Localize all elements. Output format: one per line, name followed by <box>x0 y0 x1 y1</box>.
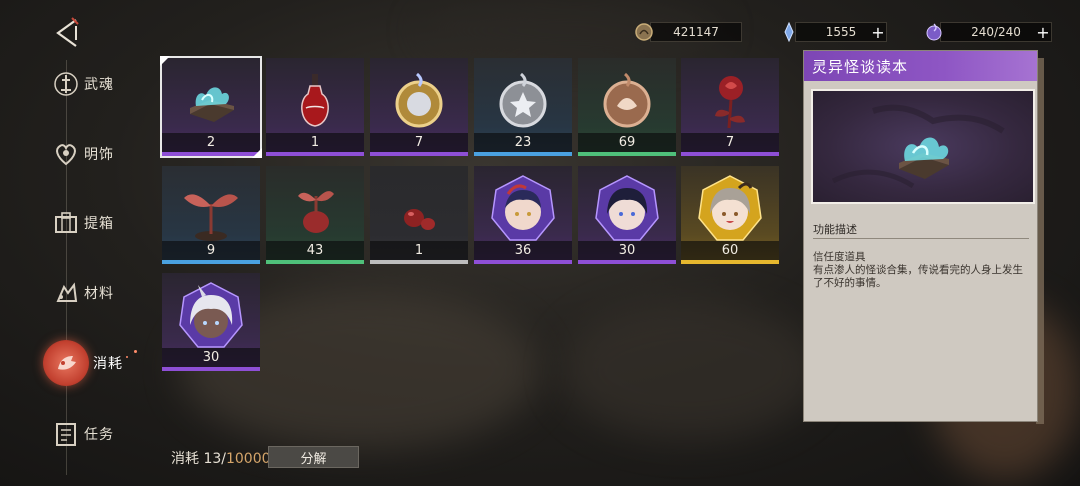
character-shard-icon <box>179 282 243 348</box>
quality-line <box>162 367 260 371</box>
seeds-icon <box>404 209 435 230</box>
function-description-label: 功能描述 <box>813 223 857 236</box>
silver-medal-icon <box>499 72 547 128</box>
item-description: 信任度道具 有点渗人的怪谈合集，传说看完的人身上发生了不好的事情。 <box>813 251 1033 290</box>
item-slot[interactable]: 69 <box>578 58 676 156</box>
capacity-max: 10000 <box>225 451 271 467</box>
sprout-small-icon <box>298 191 334 233</box>
task-list-icon <box>50 418 82 450</box>
item-slot[interactable]: 9 <box>162 166 260 264</box>
back-button[interactable] <box>52 16 86 50</box>
item-count: 1 <box>266 133 364 152</box>
item-detail-title: 灵异怪谈读本 <box>804 51 1037 81</box>
ghost-book-icon <box>190 87 234 122</box>
quality-line <box>266 152 364 156</box>
item-count: 7 <box>370 133 468 152</box>
back-arrow-icon <box>56 17 79 47</box>
quality-line <box>370 260 468 264</box>
item-detail-panel: 灵异怪谈读本 功能描述 信任度道具 有点渗人的怪谈合集，传说看完的人身上发生了不… <box>803 50 1038 422</box>
item-count: 30 <box>578 241 676 260</box>
item-slot[interactable]: 7 <box>681 58 779 156</box>
item-type: 信任度道具 <box>813 251 866 263</box>
crystal-icon <box>779 21 799 43</box>
nav-item-mingshi[interactable]: 明饰 <box>50 134 114 174</box>
red-potion-icon <box>301 74 329 127</box>
nav-label: 明饰 <box>84 147 114 163</box>
suitcase-icon <box>50 207 82 239</box>
item-slot[interactable]: 1 <box>266 58 364 156</box>
capacity-used: 消耗 13/ <box>171 451 226 467</box>
item-slot[interactable]: 1 <box>370 166 468 264</box>
nav-label: 材料 <box>84 286 114 302</box>
item-detail-image <box>811 89 1035 204</box>
quality-line <box>162 152 260 156</box>
item-count: 69 <box>578 133 676 152</box>
item-count: 43 <box>266 241 364 260</box>
item-slot[interactable]: 23 <box>474 58 572 156</box>
coin-icon <box>634 22 654 42</box>
coin-counter: 421147 <box>634 22 742 42</box>
nav-divider-line <box>66 60 67 475</box>
coin-value: 421147 <box>650 22 742 42</box>
character-shard-gold-icon <box>698 175 762 241</box>
materials-icon <box>50 277 82 309</box>
quality-line <box>681 260 779 264</box>
item-slot[interactable]: 36 <box>474 166 572 264</box>
item-count: 60 <box>681 241 779 260</box>
quality-line <box>578 260 676 264</box>
nav-label: 武魂 <box>84 77 114 93</box>
add-stamina-button[interactable]: + <box>1034 22 1052 42</box>
nav-label: 消耗 <box>93 356 123 372</box>
quality-line <box>474 260 572 264</box>
nav-item-renwu[interactable]: 任务 <box>50 414 114 454</box>
sparkle-decoration <box>126 356 128 358</box>
nav-item-tixiang[interactable]: 提箱 <box>50 203 114 243</box>
decompose-button[interactable]: 分解 <box>268 446 359 468</box>
sparkle-decoration <box>134 350 137 353</box>
stamina-orb-icon <box>924 22 944 42</box>
item-count: 36 <box>474 241 572 260</box>
item-count: 23 <box>474 133 572 152</box>
item-count: 1 <box>370 241 468 260</box>
section-divider <box>813 238 1029 239</box>
item-count: 7 <box>681 133 779 152</box>
item-slot[interactable]: 30 <box>162 273 260 371</box>
stamina-counter: 240/240 + <box>924 22 1052 42</box>
quality-line <box>578 152 676 156</box>
item-flavor-text: 有点渗人的怪谈合集，传说看完的人身上发生了不好的事情。 <box>813 264 1023 289</box>
item-slot[interactable]: 7 <box>370 58 468 156</box>
item-slot[interactable]: 30 <box>578 166 676 264</box>
nav-item-cailiao[interactable]: 材料 <box>50 273 114 313</box>
character-shard-icon <box>491 175 555 241</box>
bronze-medal-icon <box>603 72 651 128</box>
add-crystal-button[interactable]: + <box>869 22 887 42</box>
quality-line <box>681 152 779 156</box>
quality-line <box>162 260 260 264</box>
background-blur <box>560 300 820 440</box>
item-slot[interactable]: 43 <box>266 166 364 264</box>
nav-label: 提箱 <box>84 216 114 232</box>
character-shard-icon <box>595 175 659 241</box>
rose-icon <box>715 76 745 129</box>
quality-line <box>474 152 572 156</box>
heart-ornament-icon <box>50 138 82 170</box>
crystal-counter: 1555 + <box>779 21 887 43</box>
consumable-icon <box>43 340 89 386</box>
nav-item-wuhun[interactable]: 武魂 <box>50 64 114 104</box>
sprout-large-icon <box>184 194 238 241</box>
nav-item-xiaohao[interactable]: 消耗 <box>43 340 123 386</box>
quality-line <box>266 260 364 264</box>
item-count: 30 <box>162 348 260 367</box>
item-slot[interactable]: 2 <box>160 56 262 158</box>
nav-label: 任务 <box>84 427 114 443</box>
consumable-capacity: 消耗 13/10000 <box>171 448 271 468</box>
item-count: 9 <box>162 241 260 260</box>
item-count: 2 <box>162 133 260 152</box>
gold-medal-icon <box>395 72 443 128</box>
item-slot[interactable]: 60 <box>681 166 779 264</box>
quality-line <box>370 152 468 156</box>
statue-icon <box>50 68 82 100</box>
ghost-book-icon <box>831 104 1005 189</box>
